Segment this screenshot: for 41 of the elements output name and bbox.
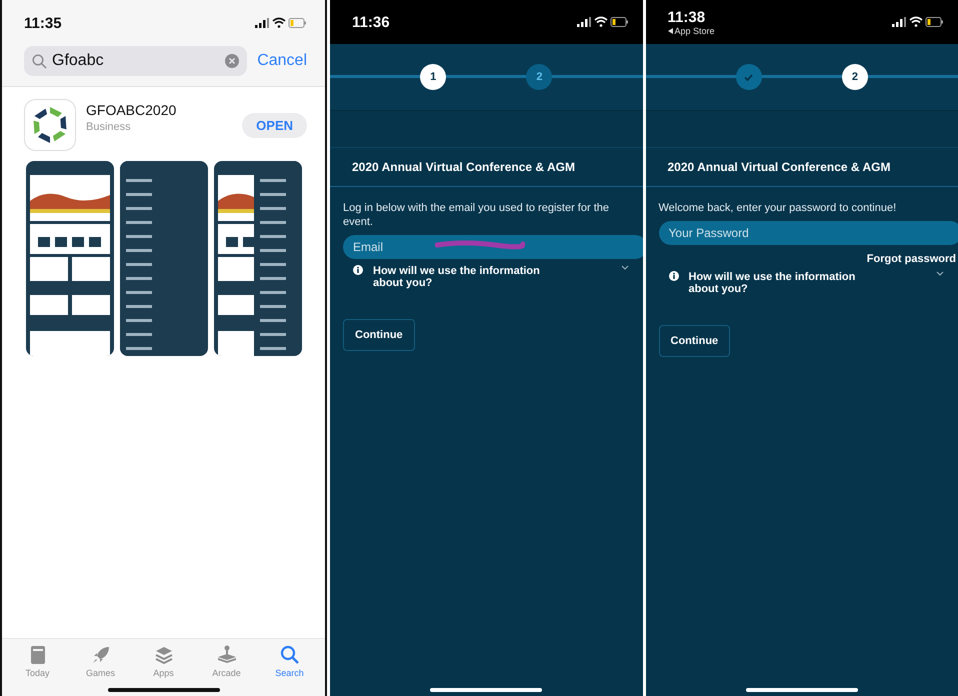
step-indicator: 2	[526, 64, 552, 90]
forgot-password-link[interactable]: Forgot password	[866, 253, 956, 265]
search-field[interactable]: Gfoabc	[24, 46, 248, 76]
conference-title: 2020 Annual Virtual Conference & AGM	[646, 147, 958, 187]
continue-button[interactable]: Continue	[658, 325, 730, 357]
intro-text: Log in below with the email you used to register for the event.	[343, 201, 610, 229]
status-time: 11:38	[668, 8, 706, 26]
conference-title: 2020 Annual Virtual Conference & AGM	[330, 147, 642, 187]
app-name: GFOABC2020	[86, 102, 178, 118]
input-field[interactable]: Email	[343, 235, 642, 259]
tab[interactable]: Search	[264, 645, 314, 678]
status-icons	[576, 16, 628, 28]
check-icon	[744, 74, 754, 80]
joystick-icon	[216, 645, 238, 665]
app-category: Business	[86, 120, 132, 132]
clear-icon[interactable]	[225, 54, 240, 68]
layers-icon	[154, 645, 174, 665]
today-icon	[30, 645, 46, 665]
back-arrow-icon	[668, 28, 672, 34]
search-icon	[280, 645, 300, 665]
chevron-down-icon[interactable]	[620, 265, 628, 270]
info-question[interactable]: How will we use the information about you?	[688, 271, 926, 295]
step-indicator: 1	[420, 64, 446, 90]
cancel-button[interactable]: Cancel	[257, 52, 307, 70]
back-link[interactable]: App Store	[668, 26, 715, 36]
input-field[interactable]: Your Password	[658, 221, 958, 245]
continue-button[interactable]: Continue	[343, 319, 415, 351]
app-logo-icon	[24, 99, 76, 151]
info-question[interactable]: How will we use the information about you?	[373, 265, 610, 289]
rocket-icon	[90, 645, 110, 665]
status-time: 11:36	[352, 14, 390, 30]
info-icon	[668, 271, 678, 281]
info-icon	[353, 265, 363, 275]
chevron-down-icon[interactable]	[936, 271, 944, 276]
status-time: 11:35	[24, 14, 62, 32]
intro-text: Welcome back, enter your password to continue!	[658, 201, 898, 215]
search-icon	[32, 54, 47, 68]
status-icons	[892, 16, 944, 28]
status-icons	[255, 17, 307, 29]
search-text: Gfoabc	[52, 52, 105, 70]
step-indicator: 2	[842, 64, 868, 90]
